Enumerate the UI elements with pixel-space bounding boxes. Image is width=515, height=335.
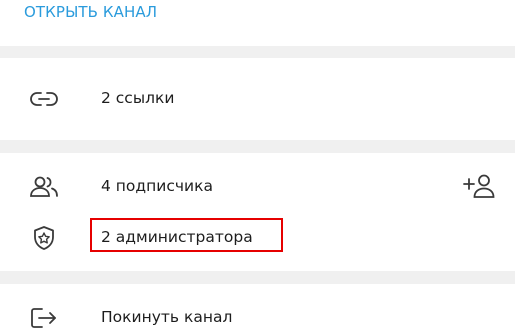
leave-label: Покинуть канал: [101, 308, 233, 326]
users-icon: [28, 173, 60, 201]
shield-star-icon: [28, 224, 60, 252]
add-user-icon[interactable]: [461, 170, 497, 202]
admins-row[interactable]: 2 администратора: [0, 218, 515, 258]
channel-info-panel: ОТКРЫТЬ КАНАЛ 2 ссылки 4 подписчика 2 ад…: [0, 0, 515, 335]
links-label: 2 ссылки: [101, 89, 175, 107]
admins-label: 2 администратора: [101, 228, 253, 246]
links-row[interactable]: 2 ссылки: [0, 79, 515, 119]
subscribers-label: 4 подписчика: [101, 177, 213, 195]
leave-row[interactable]: Покинуть канал: [0, 298, 515, 335]
open-channel-section: ОТКРЫТЬ КАНАЛ: [0, 0, 515, 46]
open-channel-link[interactable]: ОТКРЫТЬ КАНАЛ: [24, 3, 157, 21]
subscribers-row[interactable]: 4 подписчика: [0, 167, 515, 207]
leave-icon: [28, 304, 60, 332]
link-icon: [28, 85, 60, 113]
